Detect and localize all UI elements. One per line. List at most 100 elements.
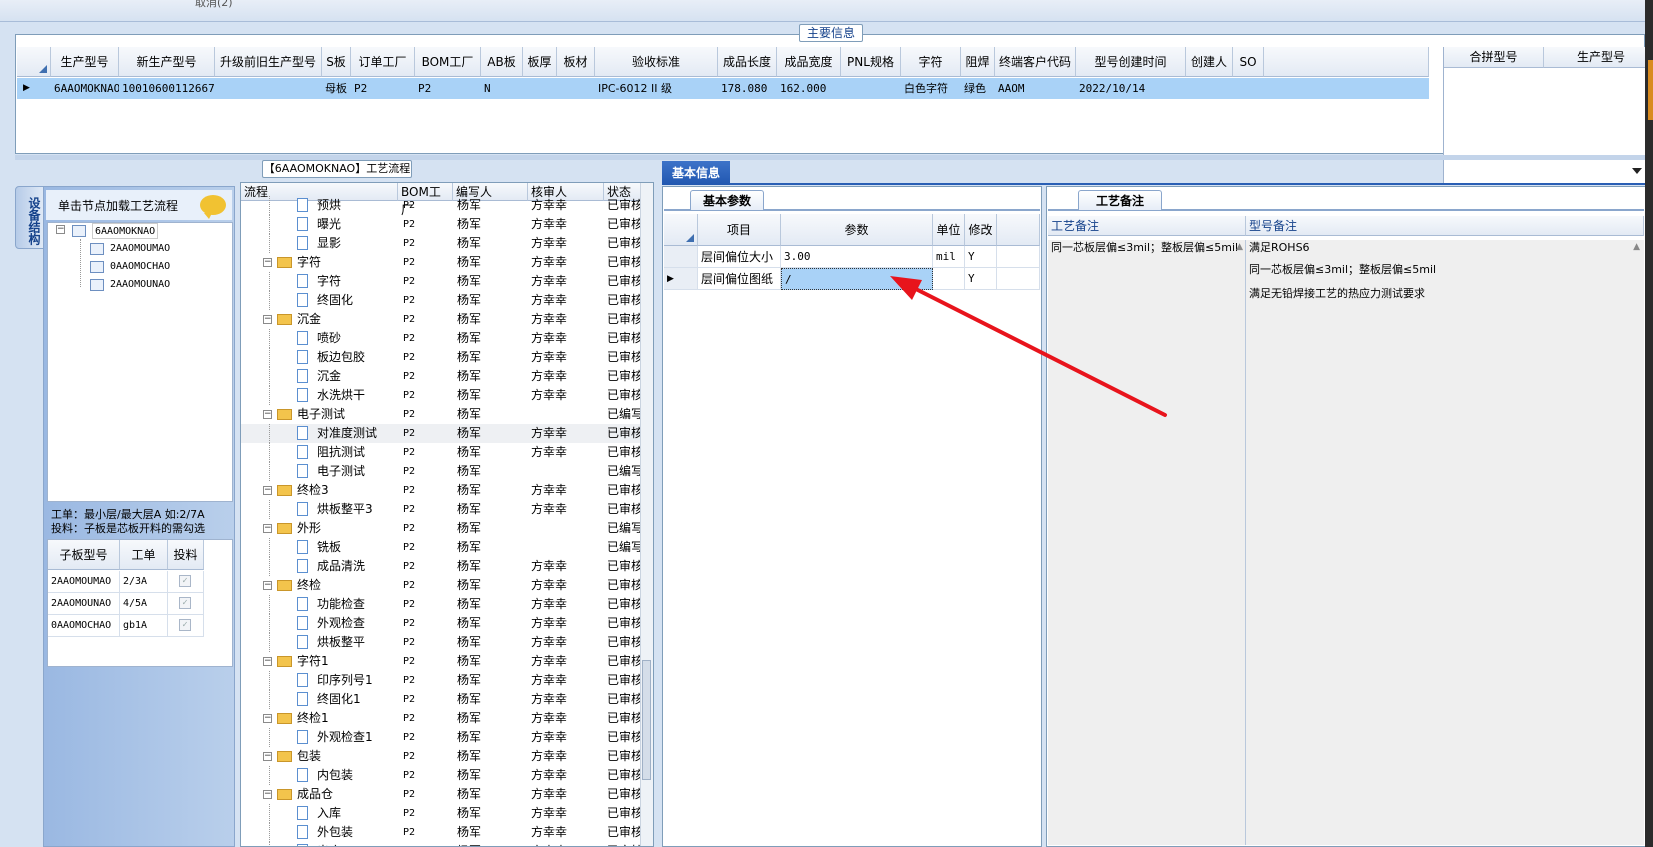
process-row[interactable]: − 沉金 P2 杨军 方幸幸 已审核 (241, 310, 641, 329)
main-col-header[interactable]: PNL规格 (841, 47, 901, 77)
main-col-header[interactable]: 升级前旧生产型号 (215, 47, 322, 77)
merge-col-header[interactable]: 合拼型号 (1444, 47, 1544, 68)
process-row[interactable]: 终固化 P2 杨军 方幸幸 已审核 (241, 291, 641, 310)
param-modify[interactable]: Y (965, 246, 997, 268)
collapse-icon[interactable]: − (263, 258, 272, 267)
chevron-down-icon[interactable] (1632, 168, 1642, 174)
main-col-header[interactable]: 生产型号 (51, 47, 119, 77)
process-row[interactable]: 终固化1 P2 杨军 方幸幸 已审核 (241, 690, 641, 709)
param-value-input[interactable]: / (781, 268, 933, 290)
process-row[interactable]: 烘板整平 P2 杨军 方幸幸 已审核 (241, 633, 641, 652)
collapse-icon[interactable]: − (263, 410, 272, 419)
feed-checkbox[interactable]: ✓ (179, 619, 191, 631)
collapse-icon[interactable]: − (263, 714, 272, 723)
process-row[interactable]: 阻抗测试 P2 杨军 方幸幸 已审核 (241, 443, 641, 462)
horizontal-splitter[interactable] (15, 155, 1645, 160)
process-row[interactable]: 成品清洗 P2 杨军 方幸幸 已审核 (241, 557, 641, 576)
param-item[interactable]: 层间偏位图纸 (698, 268, 781, 290)
process-row[interactable]: 显影 P2 杨军 方幸幸 已审核 (241, 234, 641, 253)
process-row[interactable]: 内包装 P2 杨军 方幸幸 已审核 (241, 766, 641, 785)
main-cell[interactable]: 162.000 (777, 78, 841, 99)
collapse-icon[interactable]: − (56, 225, 65, 234)
main-cell[interactable]: 178.080 (718, 78, 777, 99)
param-col-unit[interactable]: 单位 (933, 214, 965, 246)
process-row[interactable]: 喷砂 P2 杨军 方幸幸 已审核 (241, 329, 641, 348)
process-row[interactable]: 对准度测试 P2 杨军 方幸幸 已审核 (241, 424, 641, 443)
tree-node[interactable]: 2AAOMOUMAO (110, 241, 170, 257)
main-cell[interactable]: P2 (415, 78, 481, 99)
main-cell[interactable]: IPC-6012 II 级 (595, 78, 718, 99)
main-cell[interactable]: 10010600112667 (119, 78, 215, 99)
main-col-header[interactable]: 成品宽度 (777, 47, 841, 77)
main-col-header[interactable]: 板厚 (523, 47, 557, 77)
main-col-header[interactable]: 阻焊 (961, 47, 995, 77)
craft-notes-tab[interactable]: 工艺备注 (1078, 190, 1162, 210)
collapse-icon[interactable]: − (263, 657, 272, 666)
process-row[interactable]: 字符 P2 杨军 方幸幸 已审核 (241, 272, 641, 291)
process-row[interactable]: 电子测试 P2 杨军 已编写 (241, 462, 641, 481)
tree-node[interactable]: 2AAOMOUNAO (110, 277, 170, 293)
process-row[interactable]: 外观检查 P2 杨军 方幸幸 已审核 (241, 614, 641, 633)
param-unit[interactable]: mil (933, 246, 965, 268)
collapse-icon[interactable]: − (263, 581, 272, 590)
process-row[interactable]: 沉金 P2 杨军 方幸幸 已审核 (241, 367, 641, 386)
main-col-header[interactable]: 成品长度 (718, 47, 777, 77)
sub-col-model[interactable]: 子板型号 (48, 540, 120, 570)
collapse-icon[interactable]: − (263, 752, 272, 761)
collapse-icon[interactable]: − (263, 524, 272, 533)
process-row[interactable]: − 成品仓 P2 杨军 方幸幸 已审核 (241, 785, 641, 804)
main-cell[interactable] (841, 78, 901, 99)
main-cell[interactable] (215, 78, 322, 99)
scroll-up-icon[interactable]: ▲ (1236, 242, 1243, 252)
sub-row-order[interactable]: gb1A (120, 615, 168, 637)
merge-model-col-header[interactable]: 生产型号 (1544, 47, 1653, 68)
process-row[interactable]: 外包装 P2 杨军 方幸幸 已审核 (241, 823, 641, 842)
process-row[interactable]: 入库 P2 杨军 方幸幸 已审核 (241, 804, 641, 823)
main-col-header[interactable]: AB板 (481, 47, 523, 77)
craft-note-textarea[interactable]: 同一芯板层偏≤3mil；整板层偏≤5mil ▲ (1048, 240, 1246, 845)
process-row[interactable]: − 外形 P2 杨军 已编写 (241, 519, 641, 538)
main-cell[interactable]: P2 (351, 78, 415, 99)
tree-root-node[interactable]: 6AAOMOKNAO (92, 223, 159, 239)
feed-checkbox[interactable]: ✓ (179, 575, 191, 587)
note-col-model[interactable]: 型号备注 (1246, 216, 1644, 236)
param-unit[interactable] (933, 268, 965, 290)
process-row[interactable]: 水洗烘干 P2 杨军 方幸幸 已审核 (241, 386, 641, 405)
main-cell[interactable] (1186, 78, 1233, 99)
param-col-value[interactable]: 参数 (781, 214, 933, 246)
process-row[interactable]: − 终检1 P2 杨军 方幸幸 已审核 (241, 709, 641, 728)
basic-info-tab[interactable]: 基本信息 (662, 161, 730, 185)
basic-params-tab[interactable]: 基本参数 (690, 190, 764, 210)
process-row[interactable]: 外观检查1 P2 杨军 方幸幸 已审核 (241, 728, 641, 747)
process-row[interactable]: − 终检3 P2 杨军 方幸幸 已审核 (241, 481, 641, 500)
main-cell[interactable]: 母板 (322, 78, 351, 99)
process-row[interactable]: 预烘 P2 杨军 方幸幸 已审核 (241, 196, 641, 215)
process-row[interactable]: − 电子测试 P2 杨军 已编写 (241, 405, 641, 424)
main-cell[interactable]: 白色字符 (901, 78, 961, 99)
process-row[interactable]: 出库 P2 杨军 方幸幸 已审核 (241, 842, 641, 846)
collapse-icon[interactable]: − (263, 790, 272, 799)
main-cell[interactable] (523, 78, 557, 99)
collapse-icon[interactable]: − (263, 315, 272, 324)
main-col-header[interactable]: S板 (322, 47, 351, 77)
process-row[interactable]: 功能检查 P2 杨军 方幸幸 已审核 (241, 595, 641, 614)
main-col-header[interactable]: 板材 (557, 47, 595, 77)
main-col-header[interactable]: 终端客户代码 (995, 47, 1076, 77)
main-cell[interactable] (557, 78, 595, 99)
sub-row-model[interactable]: 0AAOMOCHAO (48, 615, 120, 637)
chat-bubble-icon[interactable] (200, 195, 226, 219)
main-cell[interactable]: 2022/10/14 (1076, 78, 1186, 99)
main-col-header[interactable]: 新生产型号 (119, 47, 215, 77)
sub-row-order[interactable]: 4/5A (120, 593, 168, 615)
main-cell[interactable]: AAOM (995, 78, 1076, 99)
process-row[interactable]: 烘板整平3 P2 杨军 方幸幸 已审核 (241, 500, 641, 519)
collapse-icon[interactable]: − (263, 486, 272, 495)
sub-row-order[interactable]: 2/3A (120, 571, 168, 593)
main-cell[interactable]: 6AAOMOKNAO (51, 78, 119, 99)
cancel-label[interactable]: 取消(2) (195, 0, 233, 10)
main-cell[interactable]: N (481, 78, 523, 99)
main-cell[interactable]: 绿色 (961, 78, 995, 99)
param-col-modify[interactable]: 修改 (965, 214, 997, 246)
process-row[interactable]: 铣板 P2 杨军 已编写 (241, 538, 641, 557)
main-col-header[interactable]: BOM工厂 (415, 47, 481, 77)
